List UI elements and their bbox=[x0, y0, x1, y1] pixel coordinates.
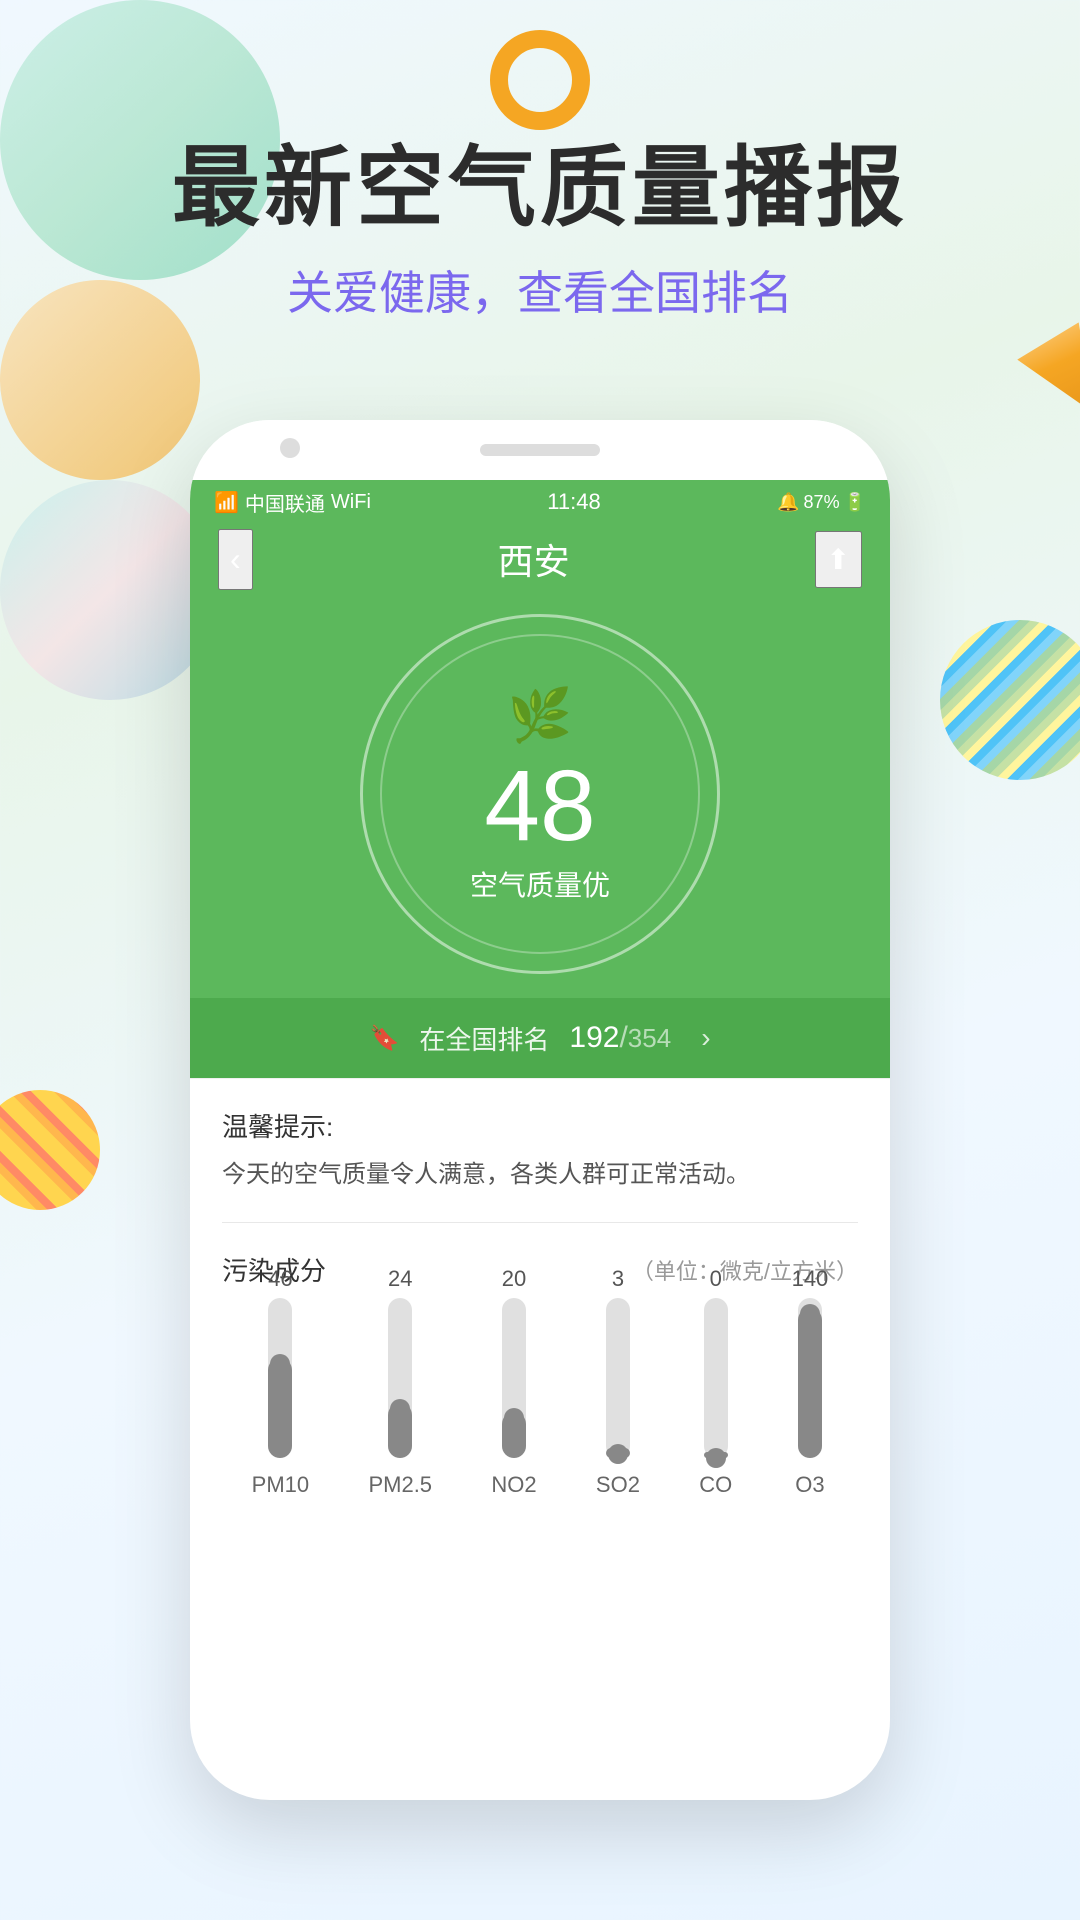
wifi-icon: WiFi bbox=[331, 491, 371, 514]
tip-title: 温馨提示: bbox=[222, 1107, 858, 1144]
bar-track bbox=[606, 1298, 630, 1458]
phone-bottom bbox=[190, 1566, 890, 1606]
signal-icon: 📶 bbox=[214, 490, 239, 515]
bar-value: 0 bbox=[710, 1266, 722, 1292]
top-ring-icon bbox=[490, 30, 590, 130]
bar-track bbox=[388, 1298, 412, 1458]
bar-fill bbox=[502, 1412, 526, 1458]
app-subtitle: 关爱健康，查看全国排名 bbox=[90, 257, 990, 323]
pollution-header: 污染成分 （单位：微克/立方米） bbox=[222, 1251, 858, 1288]
phone-body: 📶 中国联通 WiFi 11:48 🔔 87% 🔋 ‹ 西安 ⬆ 🌿 bbox=[190, 420, 890, 1800]
bar-dot bbox=[608, 1444, 628, 1464]
aqi-label: 空气质量优 bbox=[470, 864, 610, 904]
pollution-bar-chart: 46 PM10 24 PM2.5 20 NO2 3 SO2 bbox=[222, 1318, 858, 1538]
bookmark-icon: 🔖 bbox=[369, 1024, 399, 1053]
alarm-icon: 🔔 bbox=[777, 492, 799, 513]
main-title-area: 最新空气质量播报 关爱健康，查看全国排名 bbox=[90, 140, 990, 323]
bar-label: O3 bbox=[795, 1472, 824, 1498]
stripe-circle-right bbox=[940, 620, 1080, 780]
bar-fill bbox=[704, 1452, 728, 1458]
bar-track bbox=[502, 1298, 526, 1458]
bar-value: 140 bbox=[792, 1266, 829, 1292]
bar-label: NO2 bbox=[491, 1472, 536, 1498]
aqi-section: 🌿 48 空气质量优 🔖 在全国排名 192/354 › bbox=[190, 594, 890, 1078]
bar-value: 3 bbox=[612, 1266, 624, 1292]
pollution-section: 污染成分 （单位：微克/立方米） 46 PM10 24 PM2.5 20 bbox=[190, 1223, 890, 1566]
tip-section: 温馨提示: 今天的空气质量令人满意，各类人群可正常活动。 bbox=[190, 1078, 890, 1222]
bar-track bbox=[798, 1298, 822, 1458]
battery-icon: 🔋 bbox=[844, 492, 866, 513]
bar-dot bbox=[706, 1448, 726, 1468]
tip-content: 今天的空气质量令人满意，各类人群可正常活动。 bbox=[222, 1156, 858, 1194]
bar-label: CO bbox=[699, 1472, 732, 1498]
bar-item-pm10: 46 PM10 bbox=[252, 1266, 309, 1498]
bar-value: 20 bbox=[502, 1266, 526, 1292]
bar-fill bbox=[268, 1358, 292, 1458]
aqi-number: 48 bbox=[484, 756, 595, 856]
share-icon: ⬆ bbox=[827, 544, 850, 575]
bar-dot bbox=[270, 1354, 290, 1374]
ranking-current: 192/354 bbox=[569, 1021, 671, 1055]
back-button[interactable]: ‹ bbox=[218, 529, 253, 590]
status-left: 📶 中国联通 WiFi bbox=[214, 488, 371, 517]
app-title: 最新空气质量播报 bbox=[90, 140, 990, 237]
bar-fill bbox=[798, 1308, 822, 1458]
bar-track bbox=[704, 1298, 728, 1458]
bar-value: 46 bbox=[268, 1266, 292, 1292]
phone-mockup: 📶 中国联通 WiFi 11:48 🔔 87% 🔋 ‹ 西安 ⬆ 🌿 bbox=[190, 420, 890, 1800]
bg-deco-circle-3 bbox=[0, 480, 220, 700]
app-header: ‹ 西安 ⬆ bbox=[190, 524, 890, 594]
phone-speaker bbox=[480, 444, 600, 456]
ranking-bar[interactable]: 🔖 在全国排名 192/354 › bbox=[190, 998, 890, 1078]
bar-fill bbox=[388, 1403, 412, 1458]
aqi-circle-outer: 🌿 48 空气质量优 bbox=[360, 614, 720, 974]
bar-item-no2: 20 NO2 bbox=[491, 1266, 536, 1498]
city-title: 西安 bbox=[498, 533, 570, 585]
battery-text: 87% bbox=[804, 492, 840, 513]
bar-item-co: 0 CO bbox=[699, 1266, 732, 1498]
bar-item-o3: 140 O3 bbox=[792, 1266, 829, 1498]
bar-label: PM10 bbox=[252, 1472, 309, 1498]
bar-dot bbox=[800, 1304, 820, 1324]
status-right: 🔔 87% 🔋 bbox=[777, 492, 866, 513]
bar-label: PM2.5 bbox=[368, 1472, 432, 1498]
stripe-circle-bottom bbox=[0, 1090, 100, 1210]
bar-item-pm2.5: 24 PM2.5 bbox=[368, 1266, 432, 1498]
leaf-icon: 🌿 bbox=[508, 685, 573, 746]
aqi-circle-inner: 🌿 48 空气质量优 bbox=[380, 634, 700, 954]
status-bar: 📶 中国联通 WiFi 11:48 🔔 87% 🔋 bbox=[190, 480, 890, 524]
bar-fill bbox=[606, 1448, 630, 1458]
bar-value: 24 bbox=[388, 1266, 412, 1292]
status-time: 11:48 bbox=[547, 489, 600, 515]
chevron-right-icon: › bbox=[701, 1022, 710, 1054]
bar-track bbox=[268, 1298, 292, 1458]
carrier-text: 中国联通 bbox=[245, 488, 325, 517]
phone-camera bbox=[280, 438, 300, 458]
ranking-prefix: 在全国排名 bbox=[419, 1020, 549, 1057]
share-button[interactable]: ⬆ bbox=[815, 531, 862, 588]
bar-label: SO2 bbox=[596, 1472, 640, 1498]
bar-dot bbox=[504, 1408, 524, 1428]
bar-item-so2: 3 SO2 bbox=[596, 1266, 640, 1498]
phone-hardware-bar bbox=[190, 420, 890, 480]
bar-dot bbox=[390, 1399, 410, 1419]
